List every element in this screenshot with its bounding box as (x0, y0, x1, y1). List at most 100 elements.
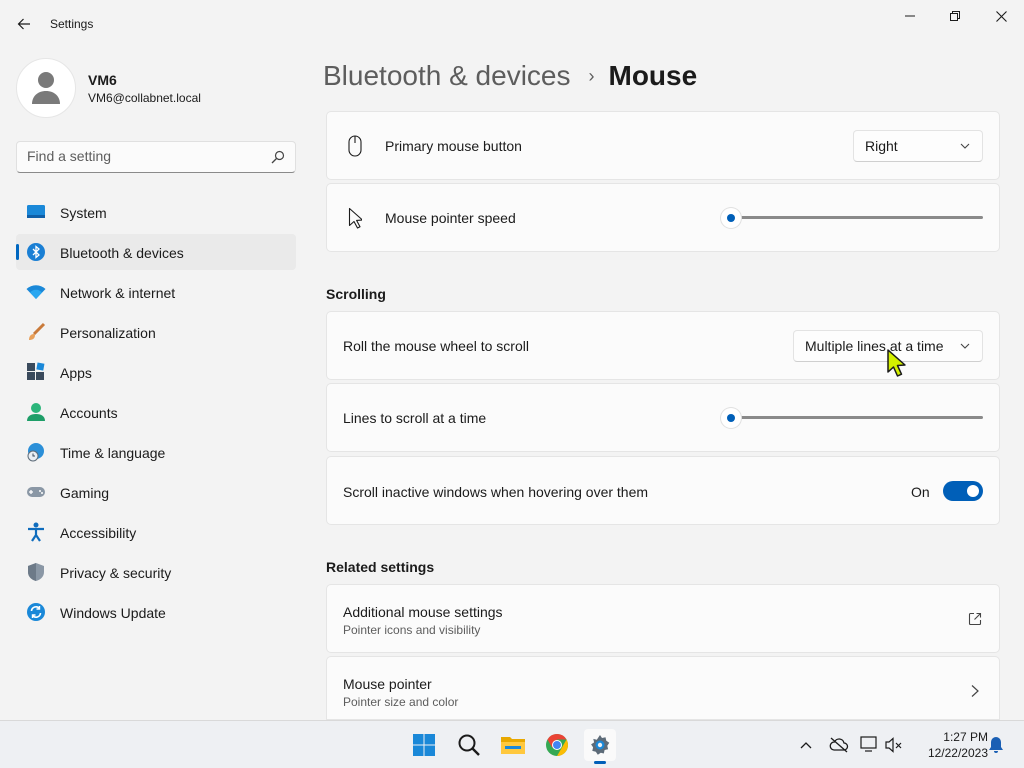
taskbar-search-button[interactable] (453, 729, 485, 761)
sidebar-item-label: System (60, 205, 107, 221)
scroll-inactive-label: Scroll inactive windows when hovering ov… (343, 484, 649, 500)
app-title: Settings (50, 17, 94, 31)
back-button[interactable] (10, 10, 38, 38)
file-explorer-icon (501, 737, 525, 754)
breadcrumb: Bluetooth & devices › Mouse (323, 58, 697, 94)
sidebar-item-personalization[interactable]: Personalization (16, 314, 296, 350)
sidebar-item-label: Privacy & security (60, 565, 172, 581)
scroll-inactive-row: Scroll inactive windows when hovering ov… (326, 456, 1000, 525)
dropdown-value: Right (865, 138, 898, 154)
sidebar-item-label: Gaming (60, 485, 110, 501)
slider-thumb[interactable] (721, 208, 741, 228)
sidebar-item-label: Time & language (60, 445, 166, 461)
chevron-down-icon (960, 143, 970, 149)
sidebar-item-label: Apps (60, 365, 92, 381)
additional-mouse-settings-sub: Pointer icons and visibility (343, 623, 481, 637)
title-bar: Settings (0, 0, 1024, 48)
slider-thumb[interactable] (721, 408, 741, 428)
search-input[interactable] (27, 148, 257, 164)
related-settings-title: Related settings (326, 559, 435, 575)
volume-button[interactable] (884, 735, 904, 755)
restore-icon (950, 11, 960, 21)
toggle-state-label: On (911, 484, 930, 500)
close-icon (995, 10, 1007, 22)
globe-clock-icon (26, 442, 46, 462)
start-button[interactable] (408, 729, 440, 761)
chrome-button[interactable] (541, 729, 573, 761)
roll-wheel-dropdown[interactable]: Multiple lines at a time (793, 330, 983, 362)
maximize-button[interactable] (932, 0, 978, 32)
mouse-pointer-label: Mouse pointer (343, 676, 432, 692)
bluetooth-icon (26, 242, 46, 262)
scrolling-section-title: Scrolling (326, 286, 386, 302)
sidebar-item-system[interactable]: System (16, 194, 296, 230)
additional-mouse-settings-row[interactable]: Additional mouse settings Pointer icons … (326, 584, 1000, 653)
sidebar-item-time-language[interactable]: Time & language (16, 434, 296, 470)
mouse-pointer-sub: Pointer size and color (343, 695, 459, 709)
sidebar-item-network[interactable]: Network & internet (16, 274, 296, 310)
breadcrumb-parent[interactable]: Bluetooth & devices (323, 60, 571, 92)
lines-to-scroll-label: Lines to scroll at a time (343, 410, 487, 426)
sidebar-item-apps[interactable]: Apps (16, 354, 296, 390)
search-icon (271, 150, 285, 164)
sidebar-item-accessibility[interactable]: Accessibility (16, 514, 296, 550)
apps-icon (26, 362, 46, 382)
external-link-icon (967, 611, 983, 627)
accessibility-icon (26, 522, 46, 542)
network-status-button[interactable] (860, 735, 880, 755)
speaker-muted-icon (885, 737, 902, 753)
pointer-speed-slider[interactable] (721, 207, 983, 228)
minimize-icon (905, 15, 915, 17)
gamepad-icon (26, 482, 46, 502)
sidebar-item-label: Personalization (60, 325, 156, 341)
primary-mouse-button-row: Primary mouse button Right (326, 111, 1000, 180)
mouse-icon (345, 134, 365, 158)
primary-mouse-button-dropdown[interactable]: Right (853, 130, 983, 162)
cloud-offline-icon (829, 737, 849, 753)
lines-to-scroll-row: Lines to scroll at a time (326, 383, 1000, 452)
taskbar-clock[interactable]: 1:27 PM 12/22/2023 (912, 729, 988, 761)
user-profile[interactable]: VM6 VM6@collabnet.local (16, 58, 306, 118)
sidebar-item-label: Windows Update (60, 605, 166, 621)
chevron-up-icon (800, 742, 812, 749)
sidebar-item-accounts[interactable]: Accounts (16, 394, 296, 430)
user-avatar-icon (32, 72, 60, 104)
sidebar-item-label: Accounts (60, 405, 118, 421)
search-icon (458, 734, 480, 756)
file-explorer-button[interactable] (497, 729, 529, 761)
onedrive-button[interactable] (829, 735, 849, 755)
shield-icon (26, 562, 46, 582)
sidebar-item-bluetooth[interactable]: Bluetooth & devices (16, 234, 296, 270)
start-icon (413, 734, 435, 756)
brush-icon (26, 322, 46, 342)
sidebar-item-label: Accessibility (60, 525, 137, 541)
toggle-knob (967, 485, 979, 497)
update-icon (26, 602, 46, 622)
notifications-button[interactable] (986, 735, 1006, 755)
show-hidden-icons-button[interactable] (796, 735, 816, 755)
bell-icon (989, 737, 1003, 753)
profile-name: VM6 (88, 72, 117, 88)
chrome-icon (546, 734, 568, 756)
sidebar-item-label: Network & internet (60, 285, 176, 301)
search-box[interactable] (16, 141, 296, 173)
lines-to-scroll-slider[interactable] (721, 407, 983, 428)
primary-mouse-button-label: Primary mouse button (385, 138, 522, 154)
sidebar-item-windows-update[interactable]: Windows Update (16, 594, 296, 630)
wifi-icon (26, 282, 46, 302)
breadcrumb-separator: › (588, 65, 595, 86)
sidebar-item-privacy-security[interactable]: Privacy & security (16, 554, 296, 590)
minimize-button[interactable] (887, 0, 933, 32)
additional-mouse-settings-label: Additional mouse settings (343, 604, 503, 620)
settings-taskbar-button[interactable] (584, 729, 616, 764)
roll-wheel-label: Roll the mouse wheel to scroll (343, 338, 529, 354)
clock-date: 12/22/2023 (927, 746, 988, 760)
mouse-pointer-row[interactable]: Mouse pointer Pointer size and color (326, 656, 1000, 720)
scroll-inactive-toggle[interactable] (943, 481, 983, 501)
close-button[interactable] (978, 0, 1024, 32)
sidebar-item-gaming[interactable]: Gaming (16, 474, 296, 510)
profile-email: VM6@collabnet.local (88, 91, 201, 105)
page-title: Mouse (608, 60, 698, 91)
slider-track (721, 416, 983, 419)
network-status-icon (860, 736, 877, 752)
